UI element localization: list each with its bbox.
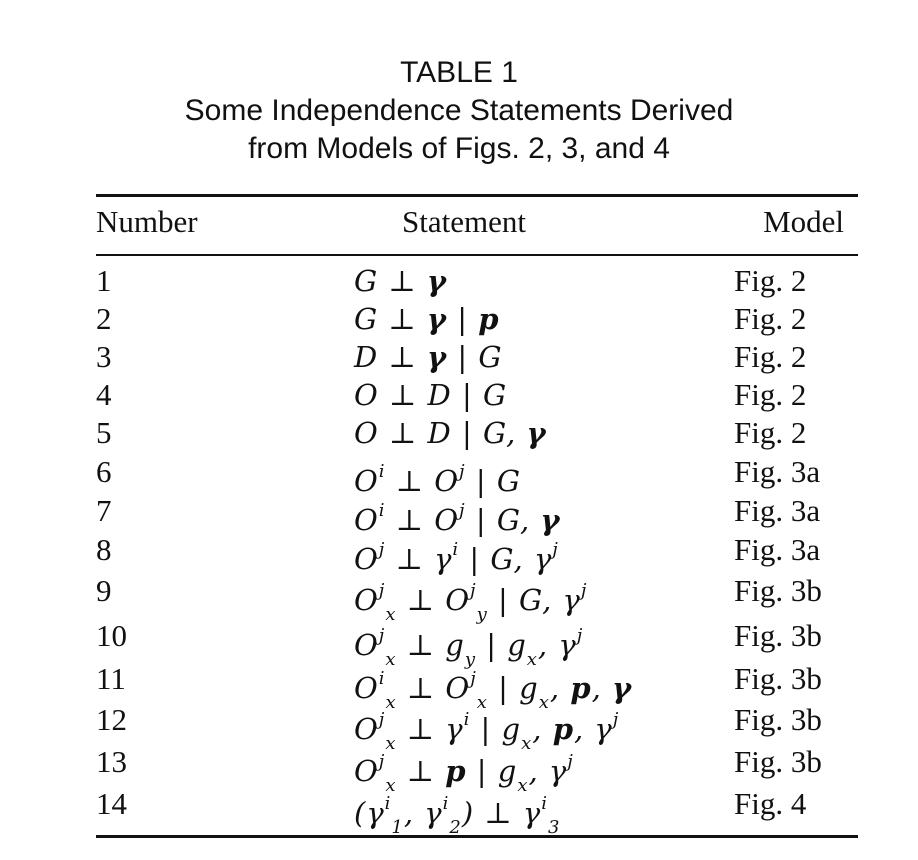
row-number: 6 [96,454,112,489]
row-model: Fig. 2 [734,301,807,336]
table-row: 10 Ojx ⊥ gy | gx, γj Fig. 3b [0,617,918,670]
row-model: Fig. 2 [734,415,807,450]
row-statement: O ⊥ D | G, γ [354,416,547,450]
row-model: Fig. 3a [734,532,821,567]
row-model: Fig. 3a [734,454,821,489]
table-row: 14 (γi1, γi2) ⊥ γi3 Fig. 4 [0,785,918,838]
row-model: Fig. 2 [734,263,807,298]
row-number: 14 [96,786,127,821]
row-model: Fig. 2 [734,339,807,374]
row-number: 10 [96,618,127,653]
row-number: 13 [96,744,127,779]
table-row: 3 D ⊥ γ | G Fig. 2 [0,338,918,376]
header-model: Model [763,204,844,239]
row-number: 2 [96,301,112,336]
row-number: 5 [96,415,112,450]
table-row: 7 Oi ⊥ Oj | G, γ Fig. 3a [0,492,918,537]
row-number: 8 [96,532,112,567]
row-number: 4 [96,377,112,412]
row-number: 11 [96,661,126,696]
row-statement: D ⊥ γ | G [354,340,503,374]
row-model: Fig. 2 [734,377,807,412]
table-label: TABLE 1 [400,56,518,89]
row-number: 12 [96,702,127,737]
row-model: Fig. 3b [734,618,822,653]
row-statement: O ⊥ D | G [354,378,508,412]
row-statement: G ⊥ γ [354,264,448,298]
table-row: 11 Oix ⊥ Ojx | gx, p, γ Fig. 3b [0,660,918,713]
row-statement: G ⊥ γ | p [354,302,500,336]
table-caption: TABLE 1 Some Independence Statements Der… [0,54,918,168]
row-statement: Oj ⊥ γi | G, γj [354,539,559,576]
table-row: 6 Oi ⊥ Oj | G Fig. 3a [0,453,918,498]
row-model: Fig. 3b [734,573,822,608]
table-header-rule [96,254,858,256]
row-model: Fig. 3b [734,661,822,696]
table-row: 8 Oj ⊥ γi | G, γj Fig. 3a [0,531,918,576]
table-row: 2 G ⊥ γ | p Fig. 2 [0,300,918,338]
table-title-line-2: from Models of Figs. 2, 3, and 4 [248,132,670,165]
row-number: 7 [96,493,112,528]
table-title-line-1: Some Independence Statements Derived [184,94,734,127]
table-bottom-rule [96,835,858,838]
row-model: Fig. 4 [734,786,807,821]
table-row: 5 O ⊥ D | G, γ Fig. 2 [0,414,918,452]
row-number: 9 [96,573,112,608]
row-number: 1 [96,263,112,298]
table-row: 12 Ojx ⊥ γi | gx, p, γj Fig. 3b [0,701,918,754]
row-number: 3 [96,339,112,374]
row-model: Fig. 3b [734,744,822,779]
row-model: Fig. 3a [734,493,821,528]
table-row: 13 Ojx ⊥ p | gx, γj Fig. 3b [0,743,918,796]
table-row: 1 G ⊥ γ Fig. 2 [0,262,918,300]
header-number: Number [96,204,198,239]
table-top-rule [96,194,858,197]
table-row: 4 O ⊥ D | G Fig. 2 [0,376,918,414]
header-statement: Statement [402,204,526,239]
table-row: 9 Ojx ⊥ Ojy | G, γj Fig. 3b [0,572,918,625]
row-model: Fig. 3b [734,702,822,737]
